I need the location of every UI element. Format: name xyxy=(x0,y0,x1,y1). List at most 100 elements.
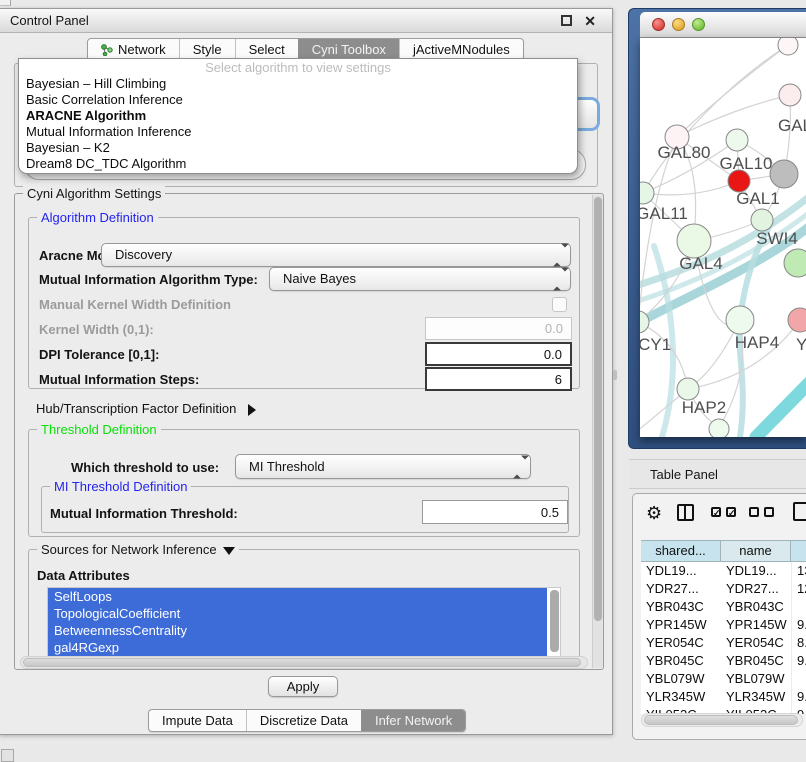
cell: YBR043C xyxy=(641,598,721,616)
settings-hscrollbar-track[interactable] xyxy=(20,656,588,669)
node[interactable] xyxy=(778,38,798,55)
tab-cyni-toolbox[interactable]: Cyni Toolbox xyxy=(298,39,399,60)
sources-title-label: Sources for Network Inference xyxy=(41,542,217,557)
tab-style-label: Style xyxy=(193,39,222,60)
aracne-mode-combo[interactable]: Discovery xyxy=(101,243,571,267)
node-label: HAP4 xyxy=(735,333,779,352)
tab-select-label: Select xyxy=(249,39,285,60)
table-row[interactable]: YBR043CYBR043C xyxy=(641,598,806,616)
tab-impute-data[interactable]: Impute Data xyxy=(149,710,246,731)
tab-discretize-data[interactable]: Discretize Data xyxy=(246,710,361,731)
node-gal-partial[interactable] xyxy=(779,84,801,106)
mi-algorithm-type-combo[interactable]: Naive Bayes xyxy=(269,267,571,291)
select-all-icon[interactable]: ✓ xyxy=(711,507,721,517)
page-icon[interactable] xyxy=(793,502,806,521)
sources-group: Sources for Network Inference Data Attri… xyxy=(28,549,580,670)
node-hap2[interactable] xyxy=(677,378,699,400)
attribute-item-selected[interactable]: BetweennessCentrality xyxy=(48,622,547,639)
algorithm-option[interactable]: Bayesian – K2 xyxy=(19,140,577,156)
attribute-list-scrollbar-thumb[interactable] xyxy=(550,590,559,652)
which-threshold-combo[interactable]: MI Threshold xyxy=(235,454,531,479)
mac-minimize-button[interactable] xyxy=(672,18,685,31)
network-canvas[interactable]: GAL GAL80 GAL10 GAL1 GAL11 GAL4 SWI4 GCY… xyxy=(640,38,806,437)
gear-icon[interactable]: ⚙ xyxy=(646,503,662,523)
table-panel-card: ⚙ ✓ ✓ shared... name YDL19...YDL19...13 … xyxy=(632,493,806,740)
cell: YBR045C xyxy=(721,652,791,670)
node-label: GAL80 xyxy=(658,143,711,162)
which-threshold-label: Which threshold to use: xyxy=(71,460,219,475)
algorithm-option[interactable]: Basic Correlation Inference xyxy=(19,92,577,108)
table-row[interactable]: YLR345WYLR345W9. xyxy=(641,688,806,706)
panel-splitter-handle[interactable] xyxy=(613,370,617,380)
column-header-clipped[interactable] xyxy=(791,541,806,561)
cell: YPR145W xyxy=(721,616,791,634)
aracne-mode-value: Discovery xyxy=(115,244,570,266)
node-hap4[interactable] xyxy=(726,306,754,334)
combo-arrows-icon xyxy=(553,248,561,263)
tab-infer-network[interactable]: Infer Network xyxy=(361,710,465,731)
table-row[interactable]: YDL19...YDL19...13 xyxy=(641,562,806,580)
close-icon[interactable]: ✕ xyxy=(584,12,596,30)
tab-cyni-toolbox-label: Cyni Toolbox xyxy=(312,39,386,60)
network-graph-icon xyxy=(101,44,113,56)
network-view-window: GAL GAL80 GAL10 GAL1 GAL11 GAL4 SWI4 GCY… xyxy=(628,8,806,449)
node[interactable] xyxy=(709,419,729,437)
columns-icon[interactable] xyxy=(677,504,694,521)
mac-close-button[interactable] xyxy=(652,18,665,31)
table-hscrollbar-thumb[interactable] xyxy=(644,715,798,725)
tab-select[interactable]: Select xyxy=(235,39,298,60)
attribute-item-selected[interactable]: TopologicalCoefficient xyxy=(48,605,547,622)
table-row[interactable]: YBL079WYBL079W xyxy=(641,670,806,688)
settings-scrollbar-thumb[interactable] xyxy=(594,197,602,621)
table-row[interactable]: YDR27...YDR27...12 xyxy=(641,580,806,598)
table-row[interactable]: YPR145WYPR145W9. xyxy=(641,616,806,634)
cell: YDR27... xyxy=(641,580,721,598)
algorithm-option[interactable]: Dream8 DC_TDC Algorithm xyxy=(19,156,577,172)
cell: 9. xyxy=(791,688,806,706)
node-gal4[interactable] xyxy=(677,224,711,258)
apply-button[interactable]: Apply xyxy=(268,676,338,697)
cell: YER054C xyxy=(641,634,721,652)
clipped-icon-fragment xyxy=(1,749,14,762)
table-hscrollbar-track[interactable] xyxy=(641,713,803,727)
table-row[interactable]: YER054CYER054C8. xyxy=(641,634,806,652)
manual-kernel-label: Manual Kernel Width Definition xyxy=(39,297,231,312)
node-y-partial[interactable] xyxy=(788,308,806,332)
float-window-icon[interactable] xyxy=(561,15,572,26)
screen: Control Panel ✕ Network Style Select Cyn… xyxy=(0,0,806,762)
column-header-name[interactable]: name xyxy=(721,541,791,561)
deselect-all-icon[interactable] xyxy=(749,507,759,517)
attribute-item-selected[interactable]: SelfLoops xyxy=(48,588,547,605)
cell: YER054C xyxy=(721,634,791,652)
cell xyxy=(791,598,806,616)
node-gal10[interactable] xyxy=(726,129,748,151)
manual-kernel-checkbox[interactable] xyxy=(552,297,567,312)
mi-threshold-field[interactable] xyxy=(422,500,568,524)
tab-network[interactable]: Network xyxy=(88,39,179,60)
kernel-width-field[interactable] xyxy=(425,317,572,340)
table-row[interactable]: YBR045CYBR045C9. xyxy=(641,652,806,670)
cell: YDR27... xyxy=(721,580,791,598)
node-gray[interactable] xyxy=(770,160,798,188)
node-gal1[interactable] xyxy=(751,209,773,231)
tab-style[interactable]: Style xyxy=(179,39,235,60)
settings-hscrollbar-thumb[interactable] xyxy=(23,658,581,667)
algorithm-option[interactable]: Bayesian – Hill Climbing xyxy=(19,76,577,92)
algorithm-option-selected[interactable]: ARACNE Algorithm xyxy=(19,108,577,124)
select-all-icon[interactable]: ✓ xyxy=(726,507,736,517)
cell: YBL079W xyxy=(641,670,721,688)
attribute-item-selected[interactable]: gal4RGexp xyxy=(48,639,547,656)
dpi-tolerance-field[interactable] xyxy=(425,342,572,366)
algorithm-option[interactable]: Mutual Information Inference xyxy=(19,124,577,140)
deselect-all-icon[interactable] xyxy=(764,507,774,517)
node-swi4[interactable] xyxy=(784,249,806,277)
tab-jactivemnodules[interactable]: jActiveMNodules xyxy=(399,39,523,60)
hub-definition-expander[interactable]: Hub/Transcription Factor Definition xyxy=(36,401,256,416)
node-label: GAL4 xyxy=(679,254,722,273)
mi-steps-field[interactable] xyxy=(425,367,572,391)
mac-zoom-button[interactable] xyxy=(692,18,705,31)
combo-arrows-icon xyxy=(553,272,561,287)
column-header-shared-name[interactable]: shared... xyxy=(641,541,721,561)
sources-title[interactable]: Sources for Network Inference xyxy=(37,542,239,557)
cell: YBR045C xyxy=(641,652,721,670)
